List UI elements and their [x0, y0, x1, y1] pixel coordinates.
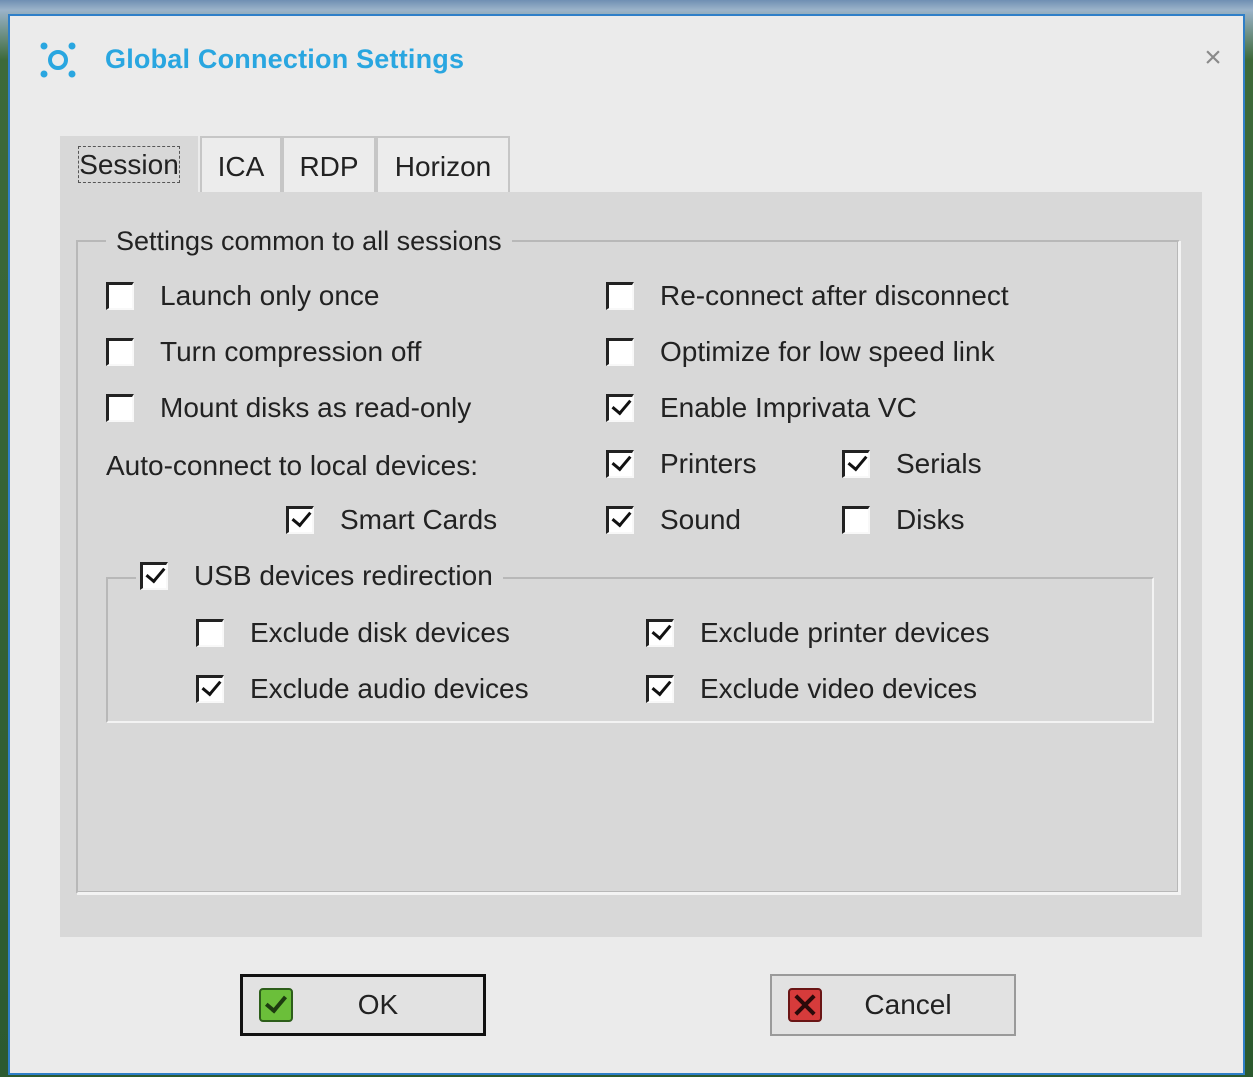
launch-only-once-label: Launch only once — [160, 280, 380, 311]
auto-connect-label: Auto-connect to local devices: — [106, 450, 478, 481]
exclude-video-label: Exclude video devices — [700, 673, 978, 704]
checkbox-box — [842, 450, 870, 478]
serials-checkbox[interactable]: Serials — [842, 448, 982, 480]
checkbox-box — [286, 506, 314, 534]
common-settings-legend: Settings common to all sessions — [106, 226, 512, 257]
reconnect-after-disconnect-checkbox[interactable]: Re-connect after disconnect — [606, 280, 1009, 312]
mount-disks-read-only-checkbox[interactable]: Mount disks as read-only — [106, 392, 471, 424]
tab-horizon[interactable]: Horizon — [376, 136, 510, 194]
checkmark-icon — [259, 988, 293, 1022]
usb-redirection-checkbox[interactable]: USB devices redirection — [136, 560, 503, 592]
title-bar[interactable]: Global Connection Settings × — [10, 16, 1243, 96]
checkbox-box — [106, 282, 134, 310]
disks-checkbox[interactable]: Disks — [842, 504, 964, 536]
cancel-button[interactable]: Cancel — [770, 974, 1016, 1036]
reconnect-after-disconnect-label: Re-connect after disconnect — [660, 280, 1009, 311]
checkbox-box — [606, 282, 634, 310]
tab-rdp[interactable]: RDP — [282, 136, 376, 194]
exclude-video-checkbox[interactable]: Exclude video devices — [646, 673, 977, 705]
session-tab-panel: Settings common to all sessions Launch o… — [60, 192, 1202, 937]
exclude-audio-checkbox[interactable]: Exclude audio devices — [196, 673, 529, 705]
enable-imprivata-checkbox[interactable]: Enable Imprivata VC — [606, 392, 917, 424]
exclude-disk-checkbox[interactable]: Exclude disk devices — [196, 617, 510, 649]
checkbox-box — [606, 338, 634, 366]
checkbox-box — [842, 506, 870, 534]
cancel-button-label: Cancel — [864, 989, 952, 1020]
dialog-title: Global Connection Settings — [105, 44, 465, 74]
printers-checkbox[interactable]: Printers — [606, 448, 756, 480]
checkbox-box — [606, 506, 634, 534]
launch-only-once-checkbox[interactable]: Launch only once — [106, 280, 380, 312]
exclude-printer-checkbox[interactable]: Exclude printer devices — [646, 617, 989, 649]
disks-label: Disks — [896, 504, 965, 535]
printers-label: Printers — [660, 448, 757, 479]
checkbox-box — [606, 450, 634, 478]
smart-cards-checkbox[interactable]: Smart Cards — [286, 504, 497, 536]
checkbox-box — [646, 619, 674, 647]
sound-label: Sound — [660, 504, 741, 535]
smart-cards-label: Smart Cards — [340, 504, 498, 535]
checkbox-box — [106, 394, 134, 422]
tab-session[interactable]: Session — [60, 136, 198, 196]
serials-label: Serials — [896, 448, 982, 479]
tab-ica[interactable]: ICA — [200, 136, 282, 194]
checkbox-box — [646, 675, 674, 703]
checkbox-box — [140, 562, 168, 590]
ok-button-label: OK — [357, 989, 399, 1020]
usb-redirection-label: USB devices redirection — [194, 560, 493, 591]
cancel-x-icon — [788, 988, 822, 1022]
checkbox-box — [196, 619, 224, 647]
sound-checkbox[interactable]: Sound — [606, 504, 741, 536]
exclude-disk-label: Exclude disk devices — [250, 617, 510, 648]
close-icon[interactable]: × — [1199, 43, 1227, 73]
ok-button[interactable]: OK — [240, 974, 486, 1036]
turn-compression-off-checkbox[interactable]: Turn compression off — [106, 336, 421, 368]
app-logo-icon — [40, 42, 76, 78]
checkbox-box — [196, 675, 224, 703]
exclude-audio-label: Exclude audio devices — [250, 673, 529, 704]
enable-imprivata-label: Enable Imprivata VC — [660, 392, 917, 423]
checkbox-box — [606, 394, 634, 422]
checkbox-box — [106, 338, 134, 366]
tab-session-label: Session — [78, 146, 180, 183]
optimize-low-speed-label: Optimize for low speed link — [660, 336, 995, 367]
global-connection-settings-dialog: Global Connection Settings × Session ICA… — [8, 14, 1245, 1075]
mount-disks-read-only-label: Mount disks as read-only — [160, 392, 472, 423]
turn-compression-off-label: Turn compression off — [160, 336, 422, 367]
exclude-printer-label: Exclude printer devices — [700, 617, 990, 648]
optimize-low-speed-checkbox[interactable]: Optimize for low speed link — [606, 336, 995, 368]
